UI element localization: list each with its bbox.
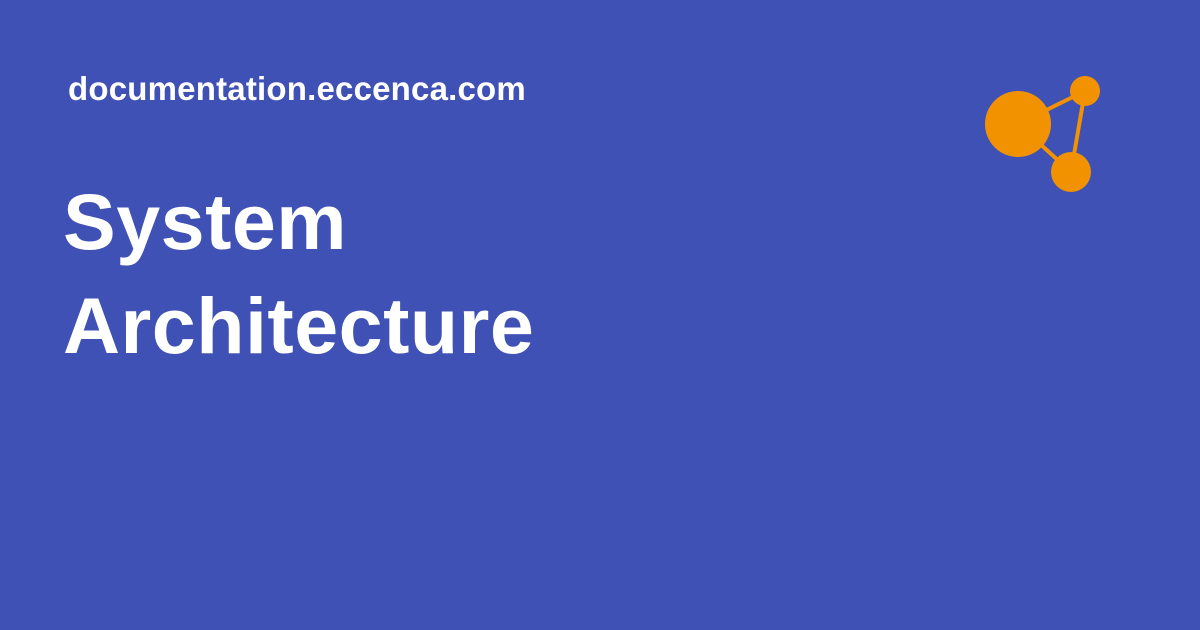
logo-node-large (985, 91, 1051, 157)
social-preview-card: documentation.eccenca.com System Archite… (0, 0, 1200, 630)
graph-nodes-icon (985, 76, 1100, 192)
site-url: documentation.eccenca.com (68, 70, 526, 107)
logo-node-top (1070, 76, 1100, 106)
page-title: System Architecture (63, 170, 534, 378)
logo-node-bottom (1051, 152, 1091, 192)
page-title-line-2: Architecture (63, 281, 535, 370)
page-title-line-1: System (63, 177, 348, 266)
